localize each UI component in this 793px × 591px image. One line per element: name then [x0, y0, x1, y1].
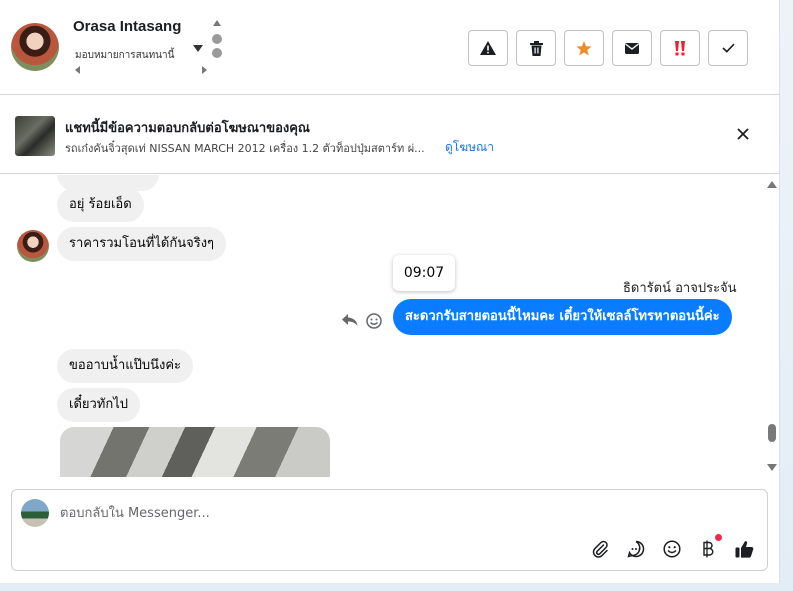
scroll-dot	[212, 48, 222, 58]
scroll-up-icon[interactable]	[767, 181, 777, 188]
delete-button[interactable]	[516, 30, 556, 66]
message-bubble[interactable]: อยุ่ ร้อยเอ็ด	[57, 188, 144, 222]
envelope-icon	[625, 42, 639, 54]
paperclip-icon[interactable]	[589, 538, 611, 560]
saved-replies-icon[interactable]	[625, 538, 647, 560]
scroll-left-icon[interactable]	[75, 66, 80, 74]
composer-tools	[589, 534, 755, 560]
mark-spam-button[interactable]	[468, 30, 508, 66]
assign-conversation-label[interactable]: มอบหมายการสนทนานี้	[75, 48, 174, 63]
view-ad-link[interactable]: ดูโฆษณา	[445, 138, 494, 157]
image-attachment[interactable]	[60, 427, 330, 477]
contact-avatar-small	[17, 230, 49, 262]
close-icon[interactable]	[735, 126, 751, 146]
conversation-actions	[468, 30, 748, 66]
checkmark-icon	[721, 43, 735, 53]
message-bubble[interactable]: ขออาบน้ำแป๊บนึงค่ะ	[57, 349, 194, 383]
scroll-right-icon[interactable]	[202, 66, 207, 74]
double-exclamation-icon	[675, 40, 685, 55]
scroll-up-icon[interactable]	[213, 20, 221, 26]
trash-icon	[529, 40, 543, 56]
chevron-down-icon[interactable]	[193, 45, 203, 52]
ad-reply-banner: แชทนี้มีข้อความตอบกลับต่อโฆษณาของคุณ รถเ…	[0, 96, 780, 174]
star-icon	[576, 40, 592, 55]
reply-input[interactable]	[60, 502, 660, 524]
reply-icon[interactable]	[342, 313, 358, 327]
contact-avatar[interactable]	[11, 23, 59, 71]
thumbs-up-icon[interactable]	[733, 538, 755, 560]
contact-name[interactable]: Orasa Intasang	[73, 18, 181, 35]
page-avatar	[21, 499, 49, 527]
baht-payment-icon[interactable]	[697, 534, 722, 560]
notification-dot	[715, 534, 722, 541]
warning-icon	[480, 41, 496, 55]
timestamp-tooltip: 09:07	[393, 255, 455, 291]
follow-up-button[interactable]	[660, 30, 700, 66]
message-actions	[342, 313, 382, 329]
star-button[interactable]	[564, 30, 604, 66]
message-thread[interactable]: อยุ่ ร้อยเอ็ด ราคารวมโอนที่ได้กันจริงๆ 0…	[0, 175, 780, 477]
ad-banner-title: แชทนี้มีข้อความตอบกลับต่อโฆษณาของคุณ	[65, 121, 310, 136]
conversation-panel: Orasa Intasang มอบหมายการสนทนานี้ แชทนี้…	[0, 0, 780, 583]
message-bubble[interactable]: ราคารวมโอนที่ได้กันจริงๆ	[57, 227, 227, 261]
sender-name: ธิดารัตน์ อาจประจัน	[623, 281, 737, 296]
message-composer	[11, 489, 768, 571]
scroll-dot	[212, 34, 222, 44]
thread-scrollbar[interactable]	[764, 176, 780, 476]
ad-thumbnail[interactable]	[15, 116, 55, 156]
mark-unread-button[interactable]	[612, 30, 652, 66]
scroll-down-icon[interactable]	[767, 464, 777, 471]
react-emoji-icon[interactable]	[366, 313, 382, 329]
conversation-header: Orasa Intasang มอบหมายการสนทนานี้	[0, 0, 780, 95]
message-bubble[interactable]: เดี๋ยวทักไป	[57, 388, 141, 422]
emoji-icon[interactable]	[661, 538, 683, 560]
ad-description: รถเก๋งคันจิ๋วสุดเท่ NISSAN MARCH 2012 เค…	[65, 142, 425, 155]
sent-message-bubble[interactable]: สะดวกรับสายตอนนี้ไหมคะ เดี๋ยวให้เซลล์โทร…	[393, 299, 732, 335]
scrollbar-thumb[interactable]	[768, 424, 776, 442]
mark-done-button[interactable]	[708, 30, 748, 66]
assign-scroll-control[interactable]	[210, 20, 224, 60]
horizontal-scrollbar[interactable]	[75, 64, 207, 76]
